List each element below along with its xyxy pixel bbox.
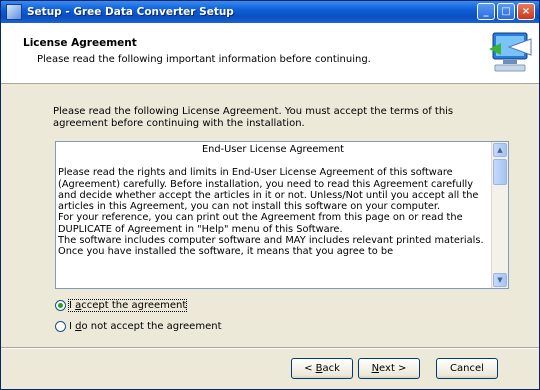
license-paragraph: The software includes computer software … [58, 235, 484, 258]
maximize-icon[interactable]: □ [497, 3, 515, 20]
license-content: End-User License Agreement Please read t… [58, 144, 488, 258]
title-bar[interactable]: Setup - Gree Data Converter Setup _ □ × [1, 1, 539, 23]
cancel-button[interactable]: Cancel [436, 358, 498, 379]
wizard-header: License Agreement Please read the follow… [1, 23, 539, 84]
decline-radio-label[interactable]: I do not accept the agreement [69, 321, 222, 332]
license-scrollbar[interactable]: ▲ ▼ [491, 142, 508, 288]
setup-window: Setup - Gree Data Converter Setup _ □ × … [0, 0, 540, 390]
setup-app-icon [6, 4, 22, 20]
page-title: License Agreement [23, 37, 137, 49]
page-subtitle: Please read the following important info… [37, 54, 371, 65]
license-text-box[interactable]: End-User License Agreement Please read t… [55, 141, 509, 289]
footer-separator [1, 347, 539, 349]
decline-radio-option[interactable]: I do not accept the agreement [55, 321, 222, 332]
license-paragraph: For your reference, you can print out th… [58, 212, 463, 235]
scroll-thumb[interactable] [493, 159, 507, 185]
next-button[interactable]: Next > [358, 358, 420, 379]
scroll-down-icon[interactable]: ▼ [493, 273, 507, 287]
setup-computer-icon [489, 32, 532, 72]
license-title: End-User License Agreement [201, 144, 345, 155]
scroll-up-icon[interactable]: ▲ [493, 143, 507, 157]
close-icon[interactable]: × [517, 3, 535, 20]
window-title: Setup - Gree Data Converter Setup [27, 6, 234, 18]
accept-radio-button[interactable] [55, 300, 66, 311]
license-paragraph: Please read the rights and limits in End… [58, 167, 479, 213]
back-button[interactable]: < Back [291, 358, 353, 379]
window-controls: _ □ × [477, 3, 535, 20]
minimize-icon[interactable]: _ [477, 3, 495, 20]
license-intro-text: Please read the following License Agreem… [53, 106, 454, 129]
decline-radio-button[interactable] [55, 321, 66, 332]
accept-radio-option[interactable]: I accept the agreement [55, 299, 188, 312]
accept-radio-label[interactable]: I accept the agreement [67, 299, 188, 312]
